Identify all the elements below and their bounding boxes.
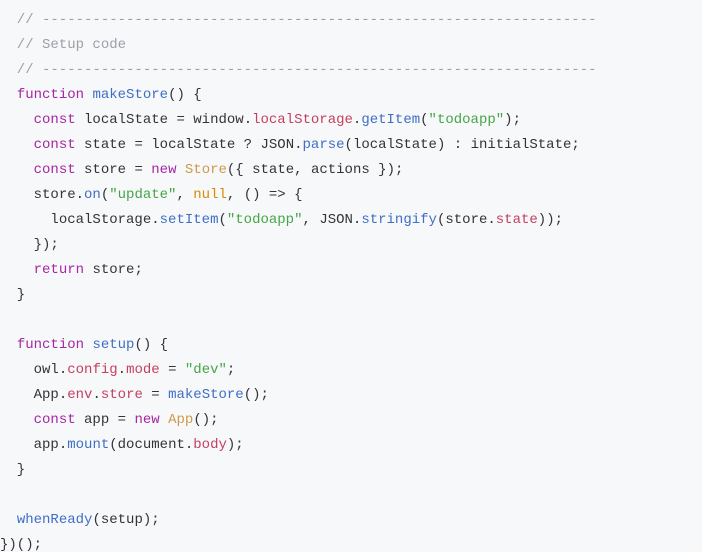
prop: mode bbox=[126, 362, 160, 378]
prop: store bbox=[101, 387, 143, 403]
ident: app bbox=[34, 437, 59, 453]
ident: state bbox=[252, 162, 294, 178]
code-block: // -------------------------------------… bbox=[0, 0, 702, 552]
ident: localStorage bbox=[50, 212, 151, 228]
ident: localState bbox=[151, 137, 235, 153]
string: "todoapp" bbox=[227, 212, 303, 228]
method: on bbox=[84, 187, 101, 203]
ident: document bbox=[118, 437, 185, 453]
ident: app bbox=[84, 412, 109, 428]
keyword: new bbox=[134, 412, 159, 428]
keyword: const bbox=[34, 162, 76, 178]
ident: App bbox=[34, 387, 59, 403]
keyword: const bbox=[34, 112, 76, 128]
ident: localState bbox=[84, 112, 168, 128]
ident: owl bbox=[34, 362, 59, 378]
ident: store bbox=[92, 262, 134, 278]
fn-name: whenReady bbox=[17, 512, 93, 528]
method: setItem bbox=[160, 212, 219, 228]
code-line: // -------------------------------------… bbox=[0, 62, 597, 78]
keyword: function bbox=[17, 87, 84, 103]
ident: JSON bbox=[319, 212, 353, 228]
method: getItem bbox=[361, 112, 420, 128]
ident: store bbox=[34, 187, 76, 203]
ident: initialState bbox=[471, 137, 572, 153]
code-line: // Setup code bbox=[0, 37, 126, 53]
keyword: new bbox=[151, 162, 176, 178]
code-line: // -------------------------------------… bbox=[0, 12, 597, 28]
class: App bbox=[168, 412, 193, 428]
string: "update" bbox=[109, 187, 176, 203]
prop: localStorage bbox=[252, 112, 353, 128]
prop: state bbox=[496, 212, 538, 228]
ident: setup bbox=[101, 512, 143, 528]
null: null bbox=[193, 187, 227, 203]
class: Store bbox=[185, 162, 227, 178]
ident: window bbox=[193, 112, 243, 128]
ident: actions bbox=[311, 162, 370, 178]
keyword: function bbox=[17, 337, 84, 353]
prop: config bbox=[67, 362, 117, 378]
method: parse bbox=[303, 137, 345, 153]
ident: state bbox=[84, 137, 126, 153]
keyword: return bbox=[34, 262, 84, 278]
ident: store bbox=[84, 162, 126, 178]
string: "todoapp" bbox=[429, 112, 505, 128]
fn-name: makeStore bbox=[92, 87, 168, 103]
keyword: const bbox=[34, 412, 76, 428]
keyword: const bbox=[34, 137, 76, 153]
ident: JSON bbox=[261, 137, 295, 153]
fn-name: setup bbox=[92, 337, 134, 353]
method: mount bbox=[67, 437, 109, 453]
ident: store bbox=[445, 212, 487, 228]
ident: localState bbox=[353, 137, 437, 153]
string: "dev" bbox=[185, 362, 227, 378]
prop: body bbox=[193, 437, 227, 453]
method: stringify bbox=[361, 212, 437, 228]
method: makeStore bbox=[168, 387, 244, 403]
prop: env bbox=[67, 387, 92, 403]
